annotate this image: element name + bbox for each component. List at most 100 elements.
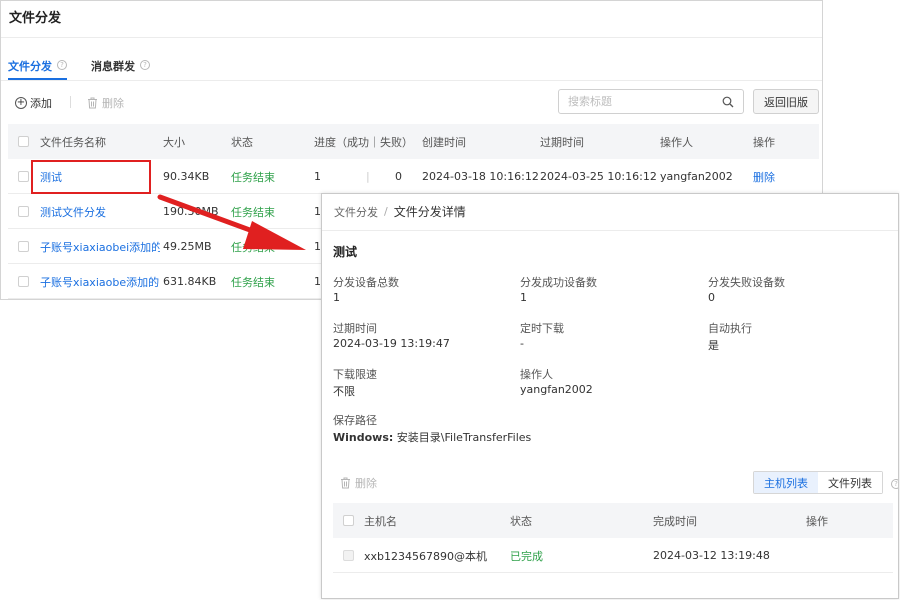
row-checkbox[interactable] [18, 276, 29, 287]
highlight-box [31, 160, 151, 194]
task-name-link[interactable]: 子账号xiaxiaobei添加的 [40, 229, 160, 264]
column-action: 操作 [753, 135, 775, 149]
fail-devices-value: 0 [708, 291, 715, 304]
created-cell: 2024-03-18 10:16:12 [422, 170, 539, 183]
column-action: 操作 [806, 514, 828, 528]
tab-label: 消息群发 [91, 60, 135, 73]
status-cell: 任务结束 [231, 240, 275, 254]
add-label: 添加 [30, 97, 52, 110]
expire-time-label: 过期时间 [333, 322, 377, 335]
save-path-os: Windows: [333, 431, 394, 444]
auto-execute-value: 是 [708, 339, 719, 352]
row-checkbox[interactable] [18, 241, 29, 252]
detail-title: 测试 [333, 245, 358, 259]
help-icon[interactable]: ? [140, 60, 150, 70]
delete-label: 删除 [102, 97, 124, 110]
expires-cell: 2024-03-25 10:16:12 [540, 170, 657, 183]
column-done-time: 完成时间 [653, 514, 697, 528]
search-icon[interactable] [722, 96, 734, 108]
table-header: 文件任务名称 大小 状态 进度（成功｜失败） 创建时间 过期时间 操作人 操作 [8, 124, 819, 159]
view-switch: 主机列表 文件列表 [753, 471, 883, 494]
tab-bar: 文件分发 ? 消息群发 ? [8, 58, 174, 80]
row-checkbox[interactable] [18, 206, 29, 217]
page-title: 文件分发 [9, 11, 62, 26]
delete-link[interactable]: 删除 [753, 159, 775, 194]
divider [1, 80, 822, 81]
total-devices-value: 1 [333, 291, 340, 304]
breadcrumb: 文件分发 / 文件分发详情 [334, 203, 466, 220]
scheduled-download-value: - [520, 337, 524, 350]
help-icon[interactable]: ? [891, 479, 898, 489]
status-cell: 任务结束 [231, 205, 275, 219]
save-path-value: Windows: 安装目录\FileTransferFiles [333, 429, 531, 445]
host-name-cell: xxb1234567890@本机 [364, 549, 487, 563]
task-name-link[interactable]: 测试文件分发 [40, 194, 160, 229]
search-input[interactable] [559, 90, 709, 113]
divider [1, 37, 822, 38]
success-count: 1 [314, 205, 321, 218]
trash-icon [88, 97, 97, 109]
help-icon[interactable]: ? [57, 60, 67, 70]
status-cell: 任务结束 [231, 275, 275, 289]
column-status: 状态 [510, 514, 532, 528]
auto-execute-label: 自动执行 [708, 322, 752, 335]
save-path-dir: 安装目录\FileTransferFiles [396, 431, 532, 444]
task-name-link[interactable]: 子账号xiaxiaobe添加的 [40, 264, 160, 299]
delete-button[interactable]: 删除 [87, 95, 124, 111]
column-created: 创建时间 [422, 135, 466, 149]
success-count: 1 [314, 240, 321, 253]
tab-message-broadcast[interactable]: 消息群发 ? [91, 58, 150, 80]
tab-file-distribution[interactable]: 文件分发 ? [8, 58, 67, 80]
breadcrumb-separator: / [384, 205, 388, 218]
add-button[interactable]: + 添加 [15, 95, 52, 111]
column-progress: 进度（成功｜失败） [314, 135, 413, 149]
total-devices-label: 分发设备总数 [333, 276, 399, 289]
breadcrumb-current: 文件分发详情 [393, 205, 466, 219]
file-distribution-detail-panel: 文件分发 / 文件分发详情 测试 分发设备总数 1 分发成功设备数 1 分发失败… [321, 193, 899, 599]
plus-circle-icon: + [15, 97, 27, 109]
column-operator: 操作人 [660, 135, 693, 149]
size-cell: 631.84KB [163, 275, 217, 288]
speed-limit-value: 不限 [333, 385, 355, 398]
scheduled-download-label: 定时下载 [520, 322, 564, 335]
row-checkbox [343, 550, 354, 561]
tab-file-list[interactable]: 文件列表 [818, 472, 882, 493]
column-expires: 过期时间 [540, 135, 584, 149]
table-row: xxb1234567890@本机 已完成 2024-03-12 13:19:48 [333, 538, 893, 573]
host-table-header: 主机名 状态 完成时间 操作 [333, 503, 893, 538]
success-count: 1 [314, 275, 321, 288]
speed-limit-label: 下载限速 [333, 368, 377, 381]
done-time-cell: 2024-03-12 13:19:48 [653, 549, 770, 562]
divider [322, 230, 898, 231]
tab-host-list[interactable]: 主机列表 [754, 472, 818, 493]
success-devices-value: 1 [520, 291, 527, 304]
column-size: 大小 [163, 135, 185, 149]
size-cell: 190.30MB [163, 205, 219, 218]
return-old-version-button[interactable]: 返回旧版 [753, 89, 819, 114]
select-all-checkbox[interactable] [343, 515, 354, 526]
column-host: 主机名 [364, 514, 397, 528]
delete-label: 删除 [355, 477, 377, 490]
success-count: 1 [314, 170, 321, 183]
status-cell: 已完成 [510, 549, 543, 563]
column-status: 状态 [231, 135, 253, 149]
delete-button[interactable]: 删除 [340, 475, 377, 491]
expire-time-value: 2024-03-19 13:19:47 [333, 337, 450, 350]
success-devices-label: 分发成功设备数 [520, 276, 597, 289]
progress-separator: | [366, 170, 370, 183]
save-path-label: 保存路径 [333, 414, 377, 427]
tab-label: 文件分发 [8, 60, 52, 73]
search-box [558, 89, 744, 114]
size-cell: 49.25MB [163, 240, 212, 253]
column-name: 文件任务名称 [40, 135, 106, 149]
toolbar-separator [70, 96, 71, 108]
breadcrumb-parent[interactable]: 文件分发 [334, 204, 378, 220]
trash-icon [341, 477, 350, 489]
fail-devices-label: 分发失败设备数 [708, 276, 785, 289]
select-all-checkbox[interactable] [18, 136, 29, 147]
status-cell: 任务结束 [231, 170, 275, 184]
operator-label: 操作人 [520, 368, 553, 381]
row-checkbox[interactable] [18, 171, 29, 182]
fail-count: 0 [395, 170, 402, 183]
operator-cell: yangfan2002 [660, 170, 733, 183]
